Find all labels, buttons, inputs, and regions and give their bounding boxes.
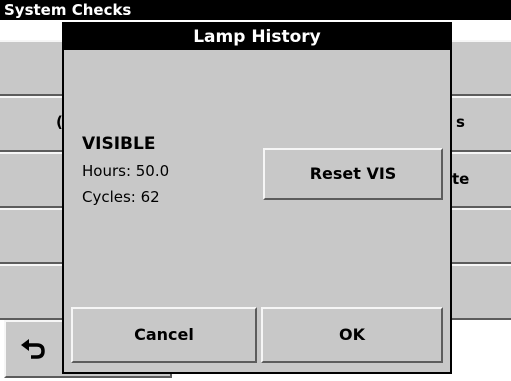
back-arrow-icon	[21, 339, 45, 359]
ok-button[interactable]: OK	[261, 307, 443, 363]
dialog-title: Lamp History	[64, 24, 450, 50]
lamp-name: VISIBLE	[82, 134, 156, 154]
lamp-history-dialog: Lamp History VISIBLE Hours: 50.0 Cycles:…	[62, 22, 452, 374]
cancel-button[interactable]: Cancel	[71, 307, 257, 363]
screen-title: System Checks	[0, 0, 511, 20]
row-fragment-right: te	[452, 170, 470, 188]
reset-vis-button[interactable]: Reset VIS	[263, 148, 443, 200]
lamp-cycles: Cycles: 62	[82, 188, 160, 206]
lamp-hours: Hours: 50.0	[82, 162, 170, 180]
row-fragment-right: s	[456, 113, 465, 131]
